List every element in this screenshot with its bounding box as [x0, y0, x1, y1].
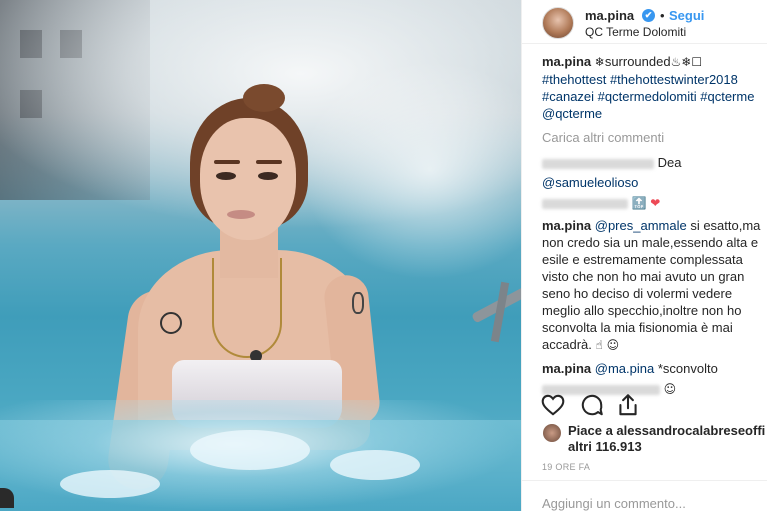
- comment: Dea: [542, 154, 764, 171]
- snow-emoji-icon: ❄: [594, 55, 605, 69]
- fire-emoji-icon: ♨❄☐: [670, 55, 703, 69]
- comment-username[interactable]: ma.pina: [542, 361, 591, 376]
- share-icon[interactable]: [615, 392, 641, 418]
- verified-badge-icon: ✔: [642, 9, 655, 22]
- separator-dot: •: [660, 8, 665, 23]
- blurred-username: [542, 198, 628, 209]
- eyebrow: [214, 160, 240, 164]
- heart-emoji-icon: ❤: [650, 196, 661, 210]
- caption-text: surrounded: [604, 54, 671, 69]
- hair-bun: [243, 84, 285, 112]
- tattoo: [160, 312, 182, 334]
- action-bar: [540, 392, 766, 418]
- comment-bubble-icon[interactable]: [579, 392, 605, 418]
- avatar[interactable]: [542, 7, 574, 39]
- post-timestamp: 19 ORE FA: [542, 462, 591, 472]
- comment-username[interactable]: ma.pina: [542, 218, 591, 233]
- post-side-panel: ma.pina ✔ • Segui QC Terme Dolomiti ma.p…: [521, 0, 767, 511]
- likes-prefix: Piace a alessandrocalabreseoffi: [568, 423, 766, 438]
- comment: @samueleolioso: [542, 174, 764, 191]
- follow-button[interactable]: Segui: [669, 8, 704, 23]
- post-photo[interactable]: [0, 0, 521, 511]
- caption: ma.pina ❄surrounded♨❄☐ #thehottest #theh…: [542, 53, 764, 122]
- eye: [258, 172, 278, 180]
- comment: ma.pina @ma.pina *sconvolto: [542, 360, 764, 377]
- tattoo: [352, 292, 364, 314]
- comment-text: Dea: [657, 155, 682, 170]
- likes-count[interactable]: altri 116.913: [568, 439, 642, 454]
- load-more-comments[interactable]: Carica altri commenti: [542, 129, 764, 146]
- corner-icon: [0, 488, 14, 508]
- eyebrow: [256, 160, 282, 164]
- splash: [60, 470, 160, 498]
- comment: 🔝 ❤: [542, 194, 764, 212]
- necklace: [212, 258, 282, 358]
- likes-text: Piace a alessandrocalabreseoffi altri 11…: [568, 423, 767, 455]
- eye: [216, 172, 236, 180]
- comments-list: ma.pina ❄surrounded♨❄☐ #thehottest #theh…: [542, 53, 764, 398]
- caption-username[interactable]: ma.pina: [542, 54, 591, 69]
- add-comment-input[interactable]: Aggiungi un commento...: [542, 496, 686, 511]
- post-header: ma.pina ✔ • Segui QC Terme Dolomiti: [522, 0, 767, 44]
- hashtags[interactable]: #canazei #qctermedolomiti #qcterme: [542, 89, 754, 104]
- likes-summary[interactable]: Piace a alessandrocalabreseoffi altri 11…: [540, 423, 766, 457]
- lips: [227, 210, 255, 219]
- heart-outline-icon[interactable]: [540, 392, 566, 418]
- top-emoji-icon: 🔝: [631, 196, 647, 210]
- hand-emoji-icon: ☝ ☺: [595, 338, 620, 352]
- comment-mention[interactable]: @samueleolioso: [542, 175, 638, 190]
- liker-avatar: [543, 424, 561, 442]
- location-link[interactable]: QC Terme Dolomiti: [585, 25, 686, 39]
- face: [200, 118, 296, 240]
- hashtags[interactable]: #thehottest #thehottestwinter2018: [542, 72, 738, 87]
- comment-mention[interactable]: @ma.pina: [595, 361, 654, 376]
- comment-text: si esatto,ma non credo sia un male,essen…: [542, 218, 761, 352]
- comment-text: *sconvolto: [657, 361, 718, 376]
- blurred-username: [542, 158, 654, 169]
- splash: [190, 430, 310, 470]
- divider: [522, 480, 767, 481]
- comment: ma.pina @pres_ammale si esatto,ma non cr…: [542, 217, 764, 354]
- splash: [330, 450, 420, 480]
- header-username[interactable]: ma.pina: [585, 8, 634, 23]
- comment-mention[interactable]: @pres_ammale: [595, 218, 687, 233]
- caption-mention[interactable]: @qcterme: [542, 106, 602, 121]
